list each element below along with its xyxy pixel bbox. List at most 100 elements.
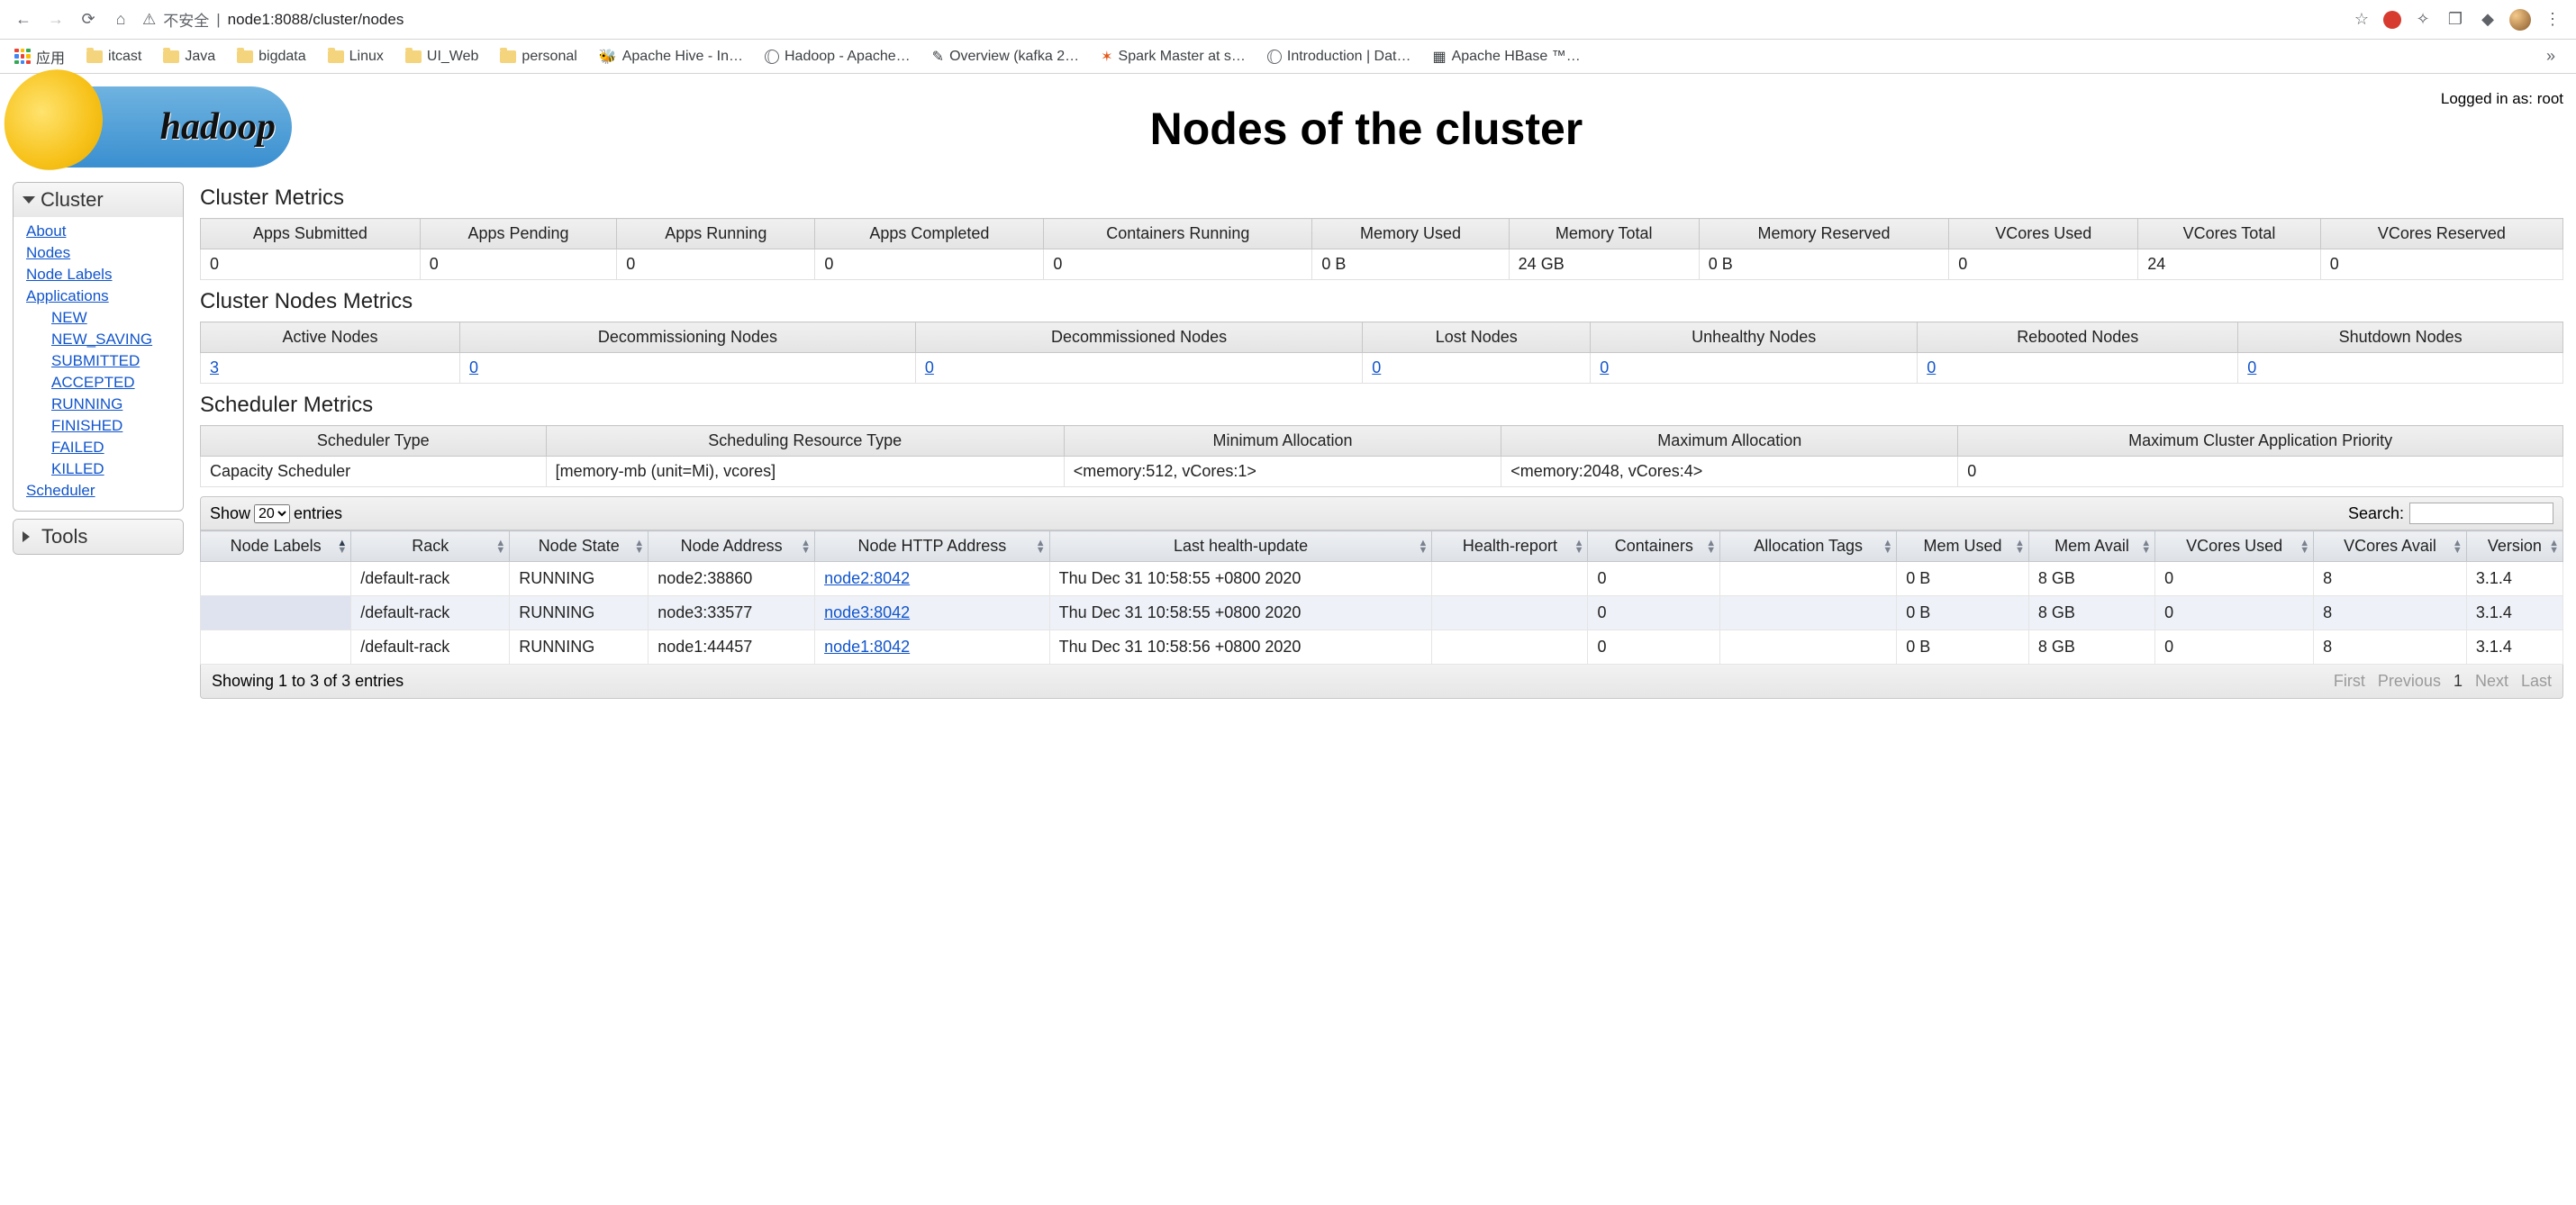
column-header-sortable[interactable]: Rack▲▼: [351, 531, 510, 562]
cell-last_health: Thu Dec 31 10:58:55 +0800 2020: [1049, 596, 1432, 630]
column-header-sortable[interactable]: Node Address▲▼: [649, 531, 815, 562]
folder-icon: [328, 50, 344, 63]
bookmark-linux[interactable]: Linux: [328, 49, 384, 65]
column-header-sortable[interactable]: Last health-update▲▼: [1049, 531, 1432, 562]
sort-icon: ▲▼: [1574, 539, 1584, 554]
sidebar-item-finished[interactable]: FINISHED: [26, 415, 170, 437]
bookmark-chevron-icon[interactable]: »: [2540, 46, 2562, 68]
bookmark-bigdata[interactable]: bigdata: [237, 49, 306, 65]
sidebar-item-accepted[interactable]: ACCEPTED: [26, 372, 170, 394]
accordion-header-tools[interactable]: Tools: [14, 520, 183, 554]
sidebar-item-scheduler[interactable]: Scheduler: [26, 480, 170, 502]
pager-first[interactable]: First: [2334, 672, 2365, 691]
column-header-sortable[interactable]: Mem Avail▲▼: [2028, 531, 2154, 562]
column-header-sortable[interactable]: VCores Used▲▼: [2155, 531, 2314, 562]
apps-button[interactable]: 应用: [14, 46, 65, 68]
cell-health_report: [1432, 562, 1588, 596]
folder-icon: [86, 50, 103, 63]
folder-icon: [500, 50, 516, 63]
bookmark-hive[interactable]: 🐝Apache Hive - In…: [599, 48, 743, 66]
pager-previous[interactable]: Previous: [2378, 672, 2441, 691]
column-header-sortable[interactable]: Containers▲▼: [1588, 531, 1720, 562]
node-count-link[interactable]: 0: [1372, 358, 1381, 376]
bookmark-java[interactable]: Java: [163, 49, 215, 65]
bookmark-uiweb[interactable]: UI_Web: [405, 49, 479, 65]
accordion-header-cluster[interactable]: Cluster: [14, 183, 183, 217]
pager-next[interactable]: Next: [2475, 672, 2508, 691]
node-http-link[interactable]: node3:8042: [824, 603, 910, 621]
bookmark-itcast[interactable]: itcast: [86, 49, 141, 65]
bookmark-hadoop[interactable]: Hadoop - Apache…: [765, 49, 911, 65]
column-header-sortable[interactable]: Node State▲▼: [510, 531, 649, 562]
reload-button[interactable]: ⟳: [77, 9, 99, 31]
bookmark-personal[interactable]: personal: [500, 49, 576, 65]
extension-icon[interactable]: [2383, 11, 2401, 29]
column-header-sortable[interactable]: Mem Used▲▼: [1897, 531, 2029, 562]
sidebar-item-applications[interactable]: Applications: [26, 285, 170, 307]
column-header-sortable[interactable]: Node HTTP Address▲▼: [815, 531, 1050, 562]
pager-page-1[interactable]: 1: [2454, 672, 2463, 691]
cell-rack: /default-rack: [351, 630, 510, 665]
node-count-link[interactable]: 0: [1600, 358, 1609, 376]
cell-state: RUNNING: [510, 596, 649, 630]
cell-version: 3.1.4: [2466, 562, 2562, 596]
node-count-link[interactable]: 0: [925, 358, 934, 376]
pager-last[interactable]: Last: [2521, 672, 2552, 691]
home-button[interactable]: ⌂: [110, 9, 132, 31]
sort-icon: ▲▼: [2299, 539, 2309, 554]
sidebar-item-nodes[interactable]: Nodes: [26, 242, 170, 264]
cell-mem_avail: 8 GB: [2028, 630, 2154, 665]
bookmark-datax[interactable]: Introduction | Dat…: [1267, 49, 1411, 65]
column-header: Apps Completed: [815, 219, 1044, 249]
sidebar-item-new[interactable]: NEW: [26, 307, 170, 329]
sidebar-item-running[interactable]: RUNNING: [26, 394, 170, 415]
sidebar-item-submitted[interactable]: SUBMITTED: [26, 350, 170, 372]
column-header-sortable[interactable]: Health-report▲▼: [1432, 531, 1588, 562]
bookmark-star-icon[interactable]: ☆: [2351, 9, 2372, 31]
node-count-link[interactable]: 3: [210, 358, 219, 376]
sidebar-item-failed[interactable]: FAILED: [26, 437, 170, 458]
column-header: Scheduler Type: [201, 426, 547, 457]
sidebar-item-killed[interactable]: KILLED: [26, 458, 170, 480]
cell-vcores_avail: 8: [2314, 630, 2467, 665]
extension-icon-2[interactable]: ✧: [2412, 9, 2434, 31]
bookmark-spark[interactable]: ✶Spark Master at s…: [1101, 48, 1246, 66]
column-header-sortable[interactable]: Node Labels▲▼: [201, 531, 351, 562]
forward-button[interactable]: →: [45, 9, 67, 31]
cell-alloc_tags: [1720, 630, 1897, 665]
column-header-sortable[interactable]: VCores Avail▲▼: [2314, 531, 2467, 562]
page-title: Nodes of the cluster: [292, 86, 2441, 155]
extension-icon-3[interactable]: ◆: [2477, 9, 2499, 31]
bookmark-kafka[interactable]: ✎Overview (kafka 2…: [932, 48, 1079, 66]
profile-avatar[interactable]: [2509, 9, 2531, 31]
node-http-link[interactable]: node2:8042: [824, 569, 910, 587]
column-header: Scheduling Resource Type: [546, 426, 1064, 457]
page-size-select[interactable]: 20: [254, 504, 290, 523]
column-header-sortable[interactable]: Allocation Tags▲▼: [1720, 531, 1897, 562]
sidebar-item-about[interactable]: About: [26, 221, 170, 242]
sidebar-item-node-labels[interactable]: Node Labels: [26, 264, 170, 285]
body-columns: Cluster About Nodes Node Labels Applicat…: [13, 182, 2563, 699]
folder-icon: [237, 50, 253, 63]
back-button[interactable]: ←: [13, 9, 34, 31]
cell-vcores_avail: 8: [2314, 562, 2467, 596]
node-count-link[interactable]: 0: [2247, 358, 2256, 376]
address-bar[interactable]: ⚠ 不安全 | node1:8088/cluster/nodes: [142, 8, 404, 31]
kebab-menu-icon[interactable]: ⋮: [2542, 9, 2563, 31]
extension-puzzle-icon[interactable]: ❐: [2444, 9, 2466, 31]
apps-icon: [14, 49, 31, 65]
column-header: Shutdown Nodes: [2238, 322, 2563, 353]
node-count-link[interactable]: 0: [469, 358, 478, 376]
folder-icon: [163, 50, 179, 63]
node-count-link[interactable]: 0: [1927, 358, 1936, 376]
search-input[interactable]: [2409, 503, 2553, 524]
column-header-sortable[interactable]: Version▲▼: [2466, 531, 2562, 562]
column-header: VCores Total: [2138, 219, 2321, 249]
scheduler-metrics-table: Scheduler TypeScheduling Resource TypeMi…: [200, 425, 2563, 487]
node-http-link[interactable]: node1:8042: [824, 638, 910, 656]
cell-labels: [201, 630, 351, 665]
bookmark-hbase[interactable]: ▦Apache HBase ™…: [1432, 48, 1580, 66]
table-row: /default-rackRUNNINGnode1:44457node1:804…: [201, 630, 2563, 665]
column-header: Containers Running: [1044, 219, 1312, 249]
sidebar-item-new-saving[interactable]: NEW_SAVING: [26, 329, 170, 350]
